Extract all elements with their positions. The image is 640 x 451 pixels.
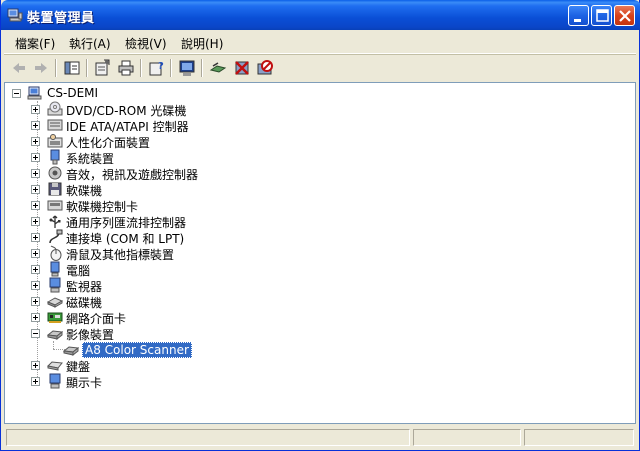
title-bar[interactable]: 裝置管理員 [1,0,640,30]
display-adapter-icon [47,373,63,389]
tree-root[interactable]: CS-DEMI [10,85,210,101]
scan-hardware-icon[interactable] [177,58,197,78]
tree-item[interactable]: 滑鼠及其他指標裝置 [29,245,289,262]
tree-item[interactable]: 監視器 [29,277,289,294]
menu-view[interactable]: 檢視(V) [125,35,167,52]
tree-child-item[interactable]: A8 Color Scanner [62,341,263,358]
menu-bar: 檔案(F) 執行(A) 檢視(V) 說明(H) [4,30,636,54]
keyboard-icon [46,357,63,373]
expand-toggle[interactable] [31,297,40,306]
status-pane [524,429,634,446]
properties-icon[interactable] [92,58,112,78]
expand-toggle[interactable] [31,265,40,274]
svg-text:?: ? [158,61,164,72]
monitor-icon [47,277,63,293]
menu-action[interactable]: 執行(A) [69,35,111,52]
expand-toggle[interactable] [31,217,40,226]
back-icon[interactable] [9,58,29,78]
status-pane [413,429,521,446]
toolbar-separator [55,59,57,77]
expand-toggle[interactable] [31,313,40,322]
tree-item[interactable]: IDE ATA/ATAPI 控制器 [29,117,289,134]
close-icon [619,10,631,22]
expand-toggle[interactable] [31,281,40,290]
device-tree[interactable]: CS-DEMI DVD/CD-ROM 光碟機 IDE ATA/ATAPI 控制器… [4,82,636,424]
tree-item[interactable]: 音效，視訊及遊戲控制器 [29,165,329,182]
disable-icon[interactable] [255,58,275,78]
tree-item-label: 顯示卡 [66,376,103,390]
sound-icon [47,165,63,181]
port-icon [47,229,63,245]
expand-toggle[interactable] [31,185,40,194]
expand-toggle[interactable] [31,137,40,146]
mouse-icon [47,245,63,261]
computer-icon [27,85,43,101]
help-icon[interactable]: ? [146,58,166,78]
tree-connector [53,341,54,349]
toolbar-separator [201,59,203,77]
tree-item[interactable]: 鍵盤 [29,357,289,374]
tree-item[interactable]: 軟碟機 [29,181,289,198]
tree-child-label: A8 Color Scanner [82,342,192,358]
network-adapter-icon [47,309,63,325]
floppy-icon [47,181,63,197]
collapse-toggle[interactable] [31,329,40,338]
computer-class-icon [47,261,63,277]
collapse-toggle[interactable] [12,89,21,98]
system-device-icon [47,149,63,165]
expand-toggle[interactable] [31,105,40,114]
toolbar-separator [86,59,88,77]
tree-item[interactable]: 軟碟機控制卡 [29,197,289,214]
window-title: 裝置管理員 [27,11,95,26]
status-pane-main [6,429,410,446]
uninstall-icon[interactable] [232,58,252,78]
show-hide-tree-icon[interactable] [62,58,82,78]
ide-controller-icon [47,117,63,133]
tree-root-label: CS-DEMI [47,86,99,100]
expand-toggle[interactable] [31,121,40,130]
tree-item[interactable]: DVD/CD-ROM 光碟機 [29,101,289,118]
minimize-button[interactable] [568,5,589,26]
scanner-icon [62,341,80,357]
toolbar-separator [170,59,172,77]
tree-item[interactable]: 顯示卡 [29,373,289,390]
device-manager-icon [7,7,23,23]
minimize-icon [574,19,581,22]
expand-toggle[interactable] [31,377,40,386]
device-manager-window: 裝置管理員 檔案(F) 執行(A) 檢視(V) 說明(H) ? CS-DEMI … [0,0,640,451]
expand-toggle[interactable] [31,249,40,258]
tree-item[interactable]: 系統裝置 [29,149,289,166]
update-driver-icon[interactable] [208,58,228,78]
tree-item[interactable]: 通用序列匯流排控制器 [29,213,289,230]
toolbar-separator [140,59,142,77]
disk-drive-icon [46,293,64,309]
expand-toggle[interactable] [31,153,40,162]
status-bar [4,426,636,448]
expand-toggle[interactable] [31,361,40,370]
tree-item[interactable]: 電腦 [29,261,289,278]
menu-help[interactable]: 說明(H) [181,35,223,52]
floppy-controller-icon [47,197,63,213]
tree-item[interactable]: 磁碟機 [29,293,289,310]
maximize-button[interactable] [591,5,612,26]
imaging-device-icon [46,325,64,341]
tree-item[interactable]: 影像裝置 [29,325,289,342]
expand-toggle[interactable] [31,233,40,242]
dvd-drive-icon [47,101,63,117]
hid-icon [47,133,63,149]
expand-toggle[interactable] [31,201,40,210]
usb-icon [47,213,63,229]
forward-icon[interactable] [31,58,51,78]
toolbar: ? [4,56,636,80]
tree-item[interactable]: 連接埠 (COM 和 LPT) [29,229,289,246]
print-icon[interactable] [116,58,136,78]
menu-file[interactable]: 檔案(F) [15,35,55,52]
tree-item[interactable]: 網路介面卡 [29,309,289,326]
expand-toggle[interactable] [31,169,40,178]
maximize-icon [596,9,609,22]
close-button[interactable] [614,5,635,26]
tree-item[interactable]: 人性化介面裝置 [29,133,289,150]
